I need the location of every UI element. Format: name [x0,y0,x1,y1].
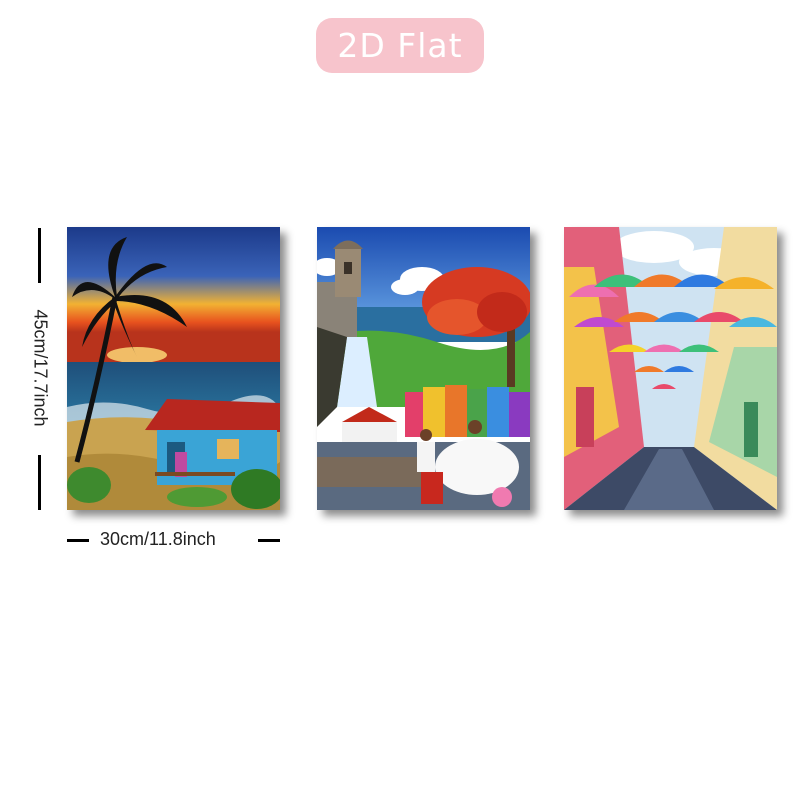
beach-sunset-artwork [67,227,280,510]
height-dimension-label: 45cm/17.7inch [30,309,51,427]
width-dimension-line-right [258,539,280,542]
style-badge: 2D Flat [316,18,484,73]
height-dimension-line-top [38,228,41,283]
canvas-panel-umbrella-street [564,227,777,510]
collage-artwork [317,227,530,510]
height-dimension-line-bottom [38,455,41,510]
width-dimension-line-left [67,539,89,542]
umbrella-street-artwork [564,227,777,510]
canvas-panel-collage [317,227,530,510]
width-dimension-label: 30cm/11.8inch [100,529,216,549]
canvas-panel-beach [67,227,280,510]
